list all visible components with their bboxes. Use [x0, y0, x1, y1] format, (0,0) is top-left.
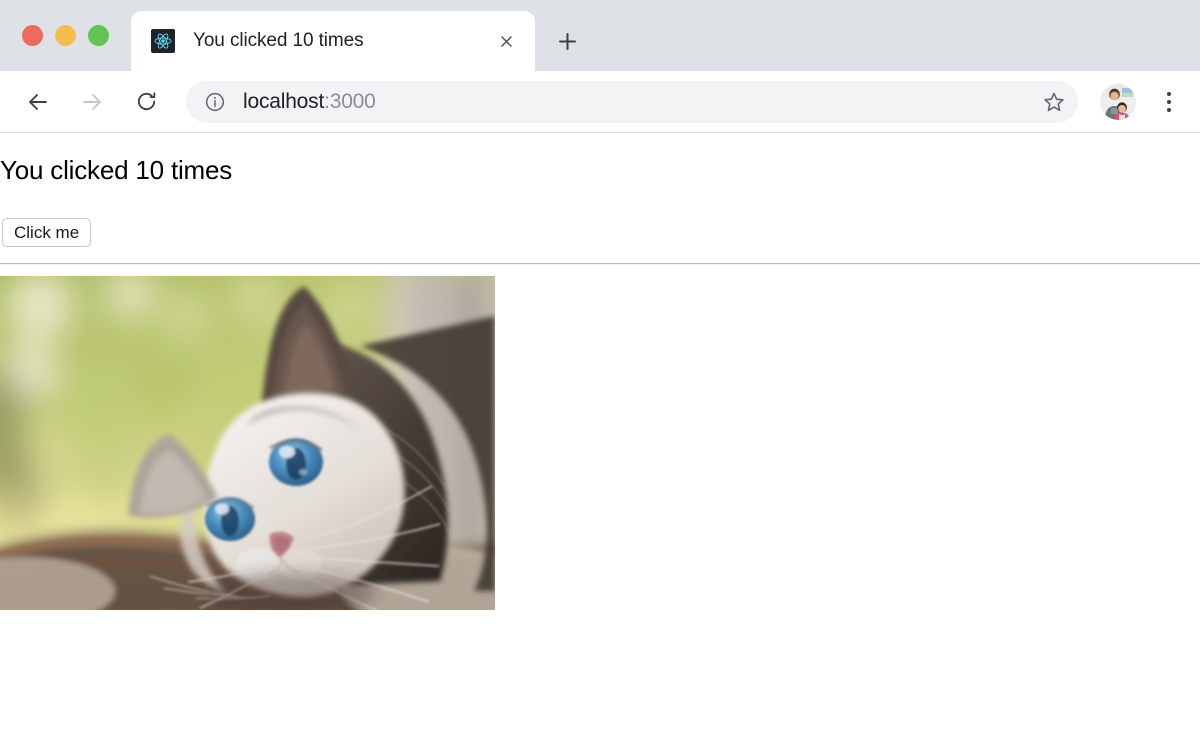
- window-controls: [22, 25, 109, 46]
- address-bar[interactable]: localhost:3000: [186, 80, 1078, 123]
- page-viewport: You clicked 10 times Click me: [0, 133, 1200, 751]
- browser-tab-active[interactable]: You clicked 10 times: [131, 11, 535, 71]
- menu-dot: [1167, 107, 1171, 112]
- minimize-window-button[interactable]: [55, 25, 76, 46]
- react-logo-icon: [151, 29, 175, 53]
- tab-title: You clicked 10 times: [193, 30, 364, 51]
- tab-strip: You clicked 10 times: [0, 0, 1200, 71]
- reload-button[interactable]: [126, 82, 166, 122]
- url-text[interactable]: localhost:3000: [243, 90, 1036, 114]
- browser-toolbar: localhost:3000: [0, 71, 1200, 133]
- url-host: localhost: [243, 89, 325, 113]
- page-title: You clicked 10 times: [0, 155, 233, 185]
- close-window-button[interactable]: [22, 25, 43, 46]
- new-tab-button[interactable]: [551, 25, 583, 57]
- menu-dot: [1167, 99, 1171, 104]
- url-port: :3000: [324, 89, 376, 113]
- info-circle-icon[interactable]: [202, 89, 228, 115]
- horizontal-rule: [0, 263, 1200, 265]
- profile-avatar[interactable]: [1100, 83, 1136, 120]
- menu-dot: [1167, 91, 1171, 96]
- three-dots-menu-icon[interactable]: [1152, 82, 1186, 122]
- back-button[interactable]: [18, 82, 58, 122]
- close-tab-button[interactable]: [491, 26, 521, 56]
- star-outline-icon[interactable]: [1036, 84, 1072, 120]
- maximize-window-button[interactable]: [88, 25, 109, 46]
- browser-window: You clicked 10 times localhost:3000 You …: [0, 0, 1200, 751]
- click-me-button[interactable]: Click me: [2, 218, 92, 247]
- cat-image: [0, 276, 495, 610]
- forward-button[interactable]: [72, 82, 112, 122]
